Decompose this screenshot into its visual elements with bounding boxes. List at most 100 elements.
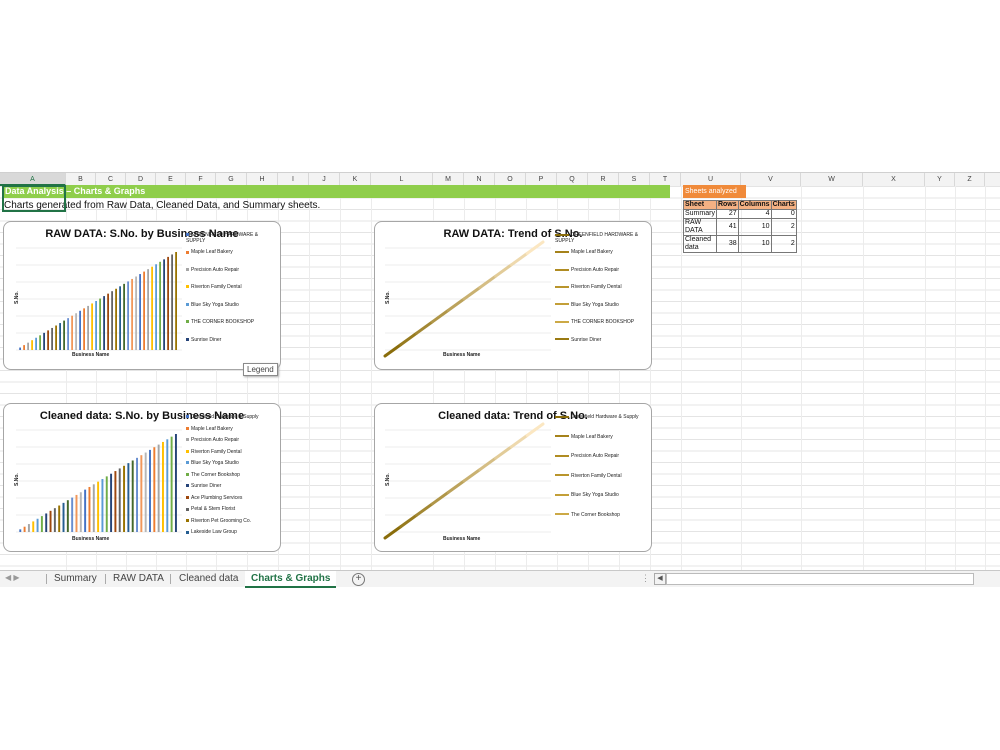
tab-charts-graphs[interactable]: Charts & Graphs <box>245 571 337 588</box>
horizontal-scrollbar[interactable] <box>666 573 974 585</box>
bar[interactable] <box>66 500 69 532</box>
bar[interactable] <box>127 281 129 350</box>
scroll-left-icon[interactable]: ◀ <box>654 573 666 585</box>
chart-clean-bar[interactable]: Cleaned data: S.No. by Business Name S.N… <box>3 403 281 552</box>
bar[interactable] <box>58 505 61 532</box>
bar[interactable] <box>167 256 169 350</box>
legend-entry[interactable]: GREENFIELD HARDWARE & SUPPLY <box>186 232 272 244</box>
bar[interactable] <box>144 452 147 532</box>
tab-cleaned-data[interactable]: Cleaned data <box>173 571 245 586</box>
chart-legend[interactable]: Greenfield Hardware & Supply Maple Leaf B… <box>184 414 276 549</box>
bar[interactable] <box>157 444 160 532</box>
chart-legend[interactable]: GREENFIELD HARDWARE & SUPPLY Maple Leaf B… <box>553 232 647 362</box>
trend-line-segment[interactable] <box>525 240 545 255</box>
legend-entry[interactable]: Petal & Stem Florist <box>186 506 272 512</box>
more-options-icon[interactable]: ⋮ <box>641 573 650 584</box>
bar[interactable] <box>31 340 33 350</box>
bar[interactable] <box>45 513 48 532</box>
legend-entry[interactable]: Maple Leaf Bakery <box>186 249 272 255</box>
bar[interactable] <box>75 313 77 350</box>
summary-header-cell[interactable]: Sheet <box>683 200 717 210</box>
legend-entry[interactable]: Precision Auto Repair <box>186 437 272 443</box>
legend-entry[interactable]: THE CORNER BOOKSHOP <box>186 319 272 325</box>
legend-entry[interactable]: Greenfield Hardware & Supply <box>555 414 641 420</box>
summary-header-cell[interactable]: Columns <box>737 200 772 210</box>
bar[interactable] <box>84 489 87 532</box>
table-cell[interactable]: 38 <box>715 235 739 253</box>
bar[interactable] <box>163 259 165 350</box>
bar[interactable] <box>131 460 134 532</box>
bar[interactable] <box>95 301 97 350</box>
bar[interactable] <box>23 526 26 532</box>
table-cell[interactable]: RAW DATA <box>683 218 717 236</box>
bar[interactable] <box>159 261 161 350</box>
bar[interactable] <box>147 269 149 350</box>
legend-entry[interactable]: GREENFIELD HARDWARE & SUPPLY <box>555 232 641 244</box>
trend-line-segment[interactable] <box>415 502 434 517</box>
bar[interactable] <box>51 327 53 350</box>
legend-entry[interactable]: THE CORNER BOOKSHOP <box>555 319 641 325</box>
legend-entry[interactable]: Riverton Family Dental <box>555 473 641 479</box>
legend-entry[interactable]: Riverton Family Dental <box>186 449 272 455</box>
trend-line-segment[interactable] <box>462 286 482 301</box>
legend-entry[interactable]: Precision Auto Repair <box>555 267 641 273</box>
chart-raw-bar[interactable]: RAW DATA: S.No. by Business Name S.No. B… <box>3 221 281 370</box>
bar[interactable] <box>92 484 95 532</box>
bar[interactable] <box>71 497 74 532</box>
bar[interactable] <box>105 476 108 532</box>
column-header-v[interactable]: V <box>741 173 801 186</box>
legend-entry[interactable]: The Corner Bookshop <box>555 512 641 518</box>
bar[interactable] <box>19 347 21 350</box>
bar[interactable] <box>103 296 105 350</box>
legend-entry[interactable]: Blue Sky Yoga Studio <box>555 302 641 308</box>
bar[interactable] <box>110 473 113 532</box>
summary-header-cell[interactable]: Charts <box>770 200 797 210</box>
trend-line-segment[interactable] <box>509 251 529 267</box>
bar[interactable] <box>27 524 30 532</box>
trend-line-segment[interactable] <box>462 468 482 483</box>
bar[interactable] <box>139 274 141 350</box>
table-cell[interactable]: 10 <box>737 235 772 253</box>
legend-entry[interactable]: Lakeside Law Group <box>186 529 272 535</box>
trend-line-segment[interactable] <box>415 320 434 335</box>
bar[interactable] <box>175 252 177 350</box>
tab-raw-data[interactable]: RAW DATA <box>107 571 170 586</box>
tab-summary[interactable]: Summary <box>48 571 103 586</box>
trend-line-segment[interactable] <box>494 263 513 278</box>
table-cell[interactable]: 0 <box>770 209 797 219</box>
bar[interactable] <box>114 471 117 532</box>
table-cell[interactable]: 2 <box>770 235 797 253</box>
bar[interactable] <box>149 449 151 532</box>
bar[interactable] <box>170 436 173 532</box>
bar[interactable] <box>140 455 143 532</box>
table-cell[interactable]: Summary <box>683 209 717 219</box>
bar[interactable] <box>143 271 145 350</box>
bar[interactable] <box>88 486 91 532</box>
bar[interactable] <box>136 457 138 532</box>
bar[interactable] <box>19 529 22 532</box>
table-cell[interactable]: 27 <box>715 209 739 219</box>
bar[interactable] <box>123 465 126 532</box>
bar[interactable] <box>32 521 35 532</box>
trend-line-segment[interactable] <box>446 479 466 494</box>
legend-entry[interactable]: Riverton Pet Grooming Co. <box>186 518 272 524</box>
trend-line-segment[interactable] <box>399 331 419 347</box>
bar[interactable] <box>107 293 109 350</box>
bar[interactable] <box>135 276 137 351</box>
bar[interactable] <box>111 291 113 350</box>
summary-header-cell[interactable]: Rows <box>715 200 739 210</box>
bar[interactable] <box>87 305 89 350</box>
bar[interactable] <box>79 492 82 532</box>
bar[interactable] <box>115 288 117 350</box>
column-header-z[interactable]: Z <box>955 173 985 186</box>
trend-line-segment[interactable] <box>509 433 529 449</box>
bar[interactable] <box>83 308 85 350</box>
bar[interactable] <box>118 468 121 532</box>
legend-entry[interactable]: Precision Auto Repair <box>555 453 641 459</box>
legend-entry[interactable]: Sunrise Diner <box>186 337 272 343</box>
table-cell[interactable]: 2 <box>770 218 797 236</box>
legend-entry[interactable]: Sunrise Diner <box>186 483 272 489</box>
column-header-y[interactable]: Y <box>925 173 955 186</box>
sheet-nav-arrows[interactable]: ◀ ▶ <box>5 573 20 582</box>
bar[interactable] <box>119 286 121 350</box>
